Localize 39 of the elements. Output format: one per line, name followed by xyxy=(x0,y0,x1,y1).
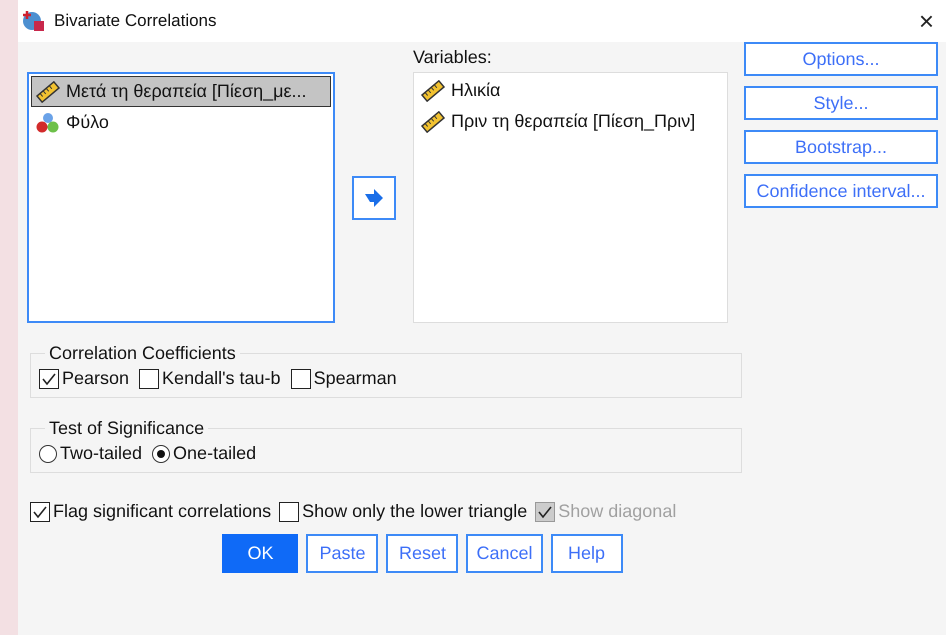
app-icon xyxy=(22,9,46,33)
dialog-button[interactable]: Options... xyxy=(744,42,938,76)
move-right-button[interactable] xyxy=(352,176,396,220)
checkbox[interactable] xyxy=(30,502,50,522)
dialog-button[interactable]: Cancel xyxy=(466,534,543,573)
checkbox[interactable] xyxy=(279,502,300,522)
variables-label: Variables: xyxy=(413,47,493,69)
checkbox[interactable] xyxy=(290,368,311,388)
dialog-button[interactable]: Bootstrap... xyxy=(744,130,938,164)
dialog-button[interactable]: Reset xyxy=(386,534,458,573)
radio-label: Two-tailed xyxy=(60,443,142,464)
checkbox-label: Kendall's tau-b xyxy=(162,368,281,389)
window-title: Bivariate Correlations xyxy=(54,11,218,31)
radio-button[interactable] xyxy=(152,444,170,462)
ok-button[interactable]: OK xyxy=(222,534,298,573)
source-variable-list[interactable]: Μετά τη θεραπεία [Πίεση_με... Φύλο xyxy=(27,72,335,323)
nominal-variable-icon xyxy=(36,112,60,134)
arrow-icon xyxy=(362,188,385,208)
variable-item[interactable]: Μετά τη θεραπεία [Πίεση_με... xyxy=(31,76,331,107)
group-title: Correlation Coefficients xyxy=(48,343,237,364)
checkbox[interactable] xyxy=(139,368,160,388)
checkbox-label: Pearson xyxy=(62,368,130,389)
dialog-button[interactable]: Confidence interval... xyxy=(744,174,938,208)
dialog-button[interactable]: Style... xyxy=(744,86,938,120)
checkbox-label: Show diagonal xyxy=(558,501,676,522)
checkbox-label: Show only the lower triangle xyxy=(302,501,528,522)
group-title: Test of Significance xyxy=(48,418,206,439)
checkbox[interactable] xyxy=(39,368,59,388)
radio-button[interactable] xyxy=(39,444,57,462)
checkbox-label: Flag significant correlations xyxy=(53,501,272,522)
close-button[interactable]: × xyxy=(912,6,940,36)
selected-variable-list[interactable]: Ηλικία Πριν τη θεραπεία [Πίεση_Πριν] xyxy=(413,72,728,323)
dialog-button[interactable]: Paste xyxy=(306,534,378,573)
checkbox-label: Spearman xyxy=(314,368,397,389)
variable-item[interactable]: Φύλο xyxy=(31,107,331,138)
variable-item[interactable]: Πριν τη θεραπεία [Πίεση_Πριν] xyxy=(416,106,725,137)
dialog-button[interactable]: Help xyxy=(550,534,623,573)
radio-label: One-tailed xyxy=(173,443,256,464)
variable-item[interactable]: Ηλικία xyxy=(416,75,725,106)
